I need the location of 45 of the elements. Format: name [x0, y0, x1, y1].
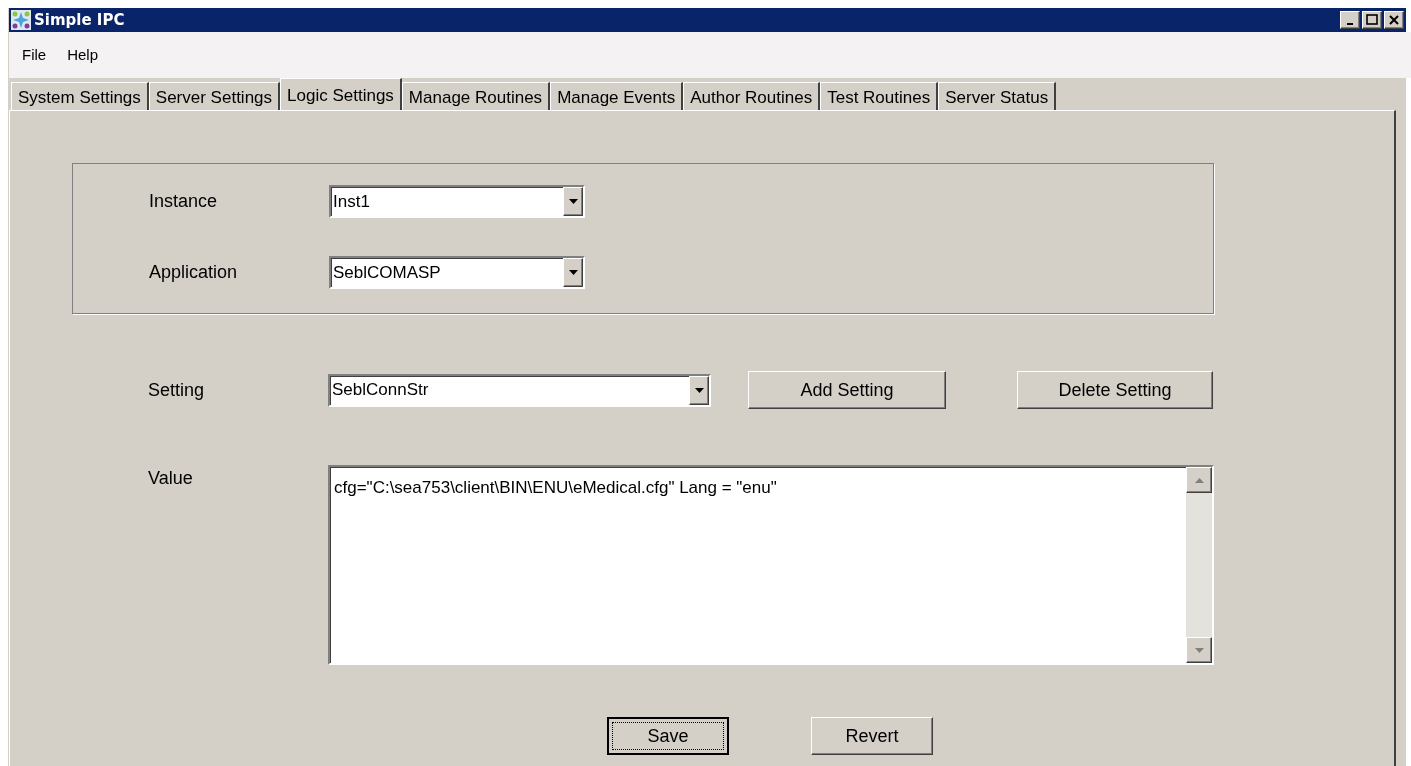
push-button[interactable]: Delete Setting: [1017, 371, 1213, 409]
dropdown[interactable]: Inst1: [329, 185, 585, 218]
dropdown[interactable]: SeblCOMASP: [329, 256, 585, 289]
tab[interactable]: System Settings: [11, 82, 149, 110]
field-label: Application: [149, 261, 239, 284]
combo-value: SeblConnStr: [331, 379, 430, 402]
field-label: Value: [148, 467, 194, 490]
dropdown-button[interactable]: [689, 375, 709, 405]
text-value: cfg="C:\sea753\client\BIN\ENU\eMedical.cfg" Lang = "enu": [333, 477, 778, 499]
caret-icon: [568, 270, 578, 275]
combo-value: Inst1: [332, 190, 371, 213]
tab[interactable]: Manage Routines: [401, 82, 551, 110]
combo-value: SeblCOMASP: [332, 261, 442, 284]
scroll-up-icon: [1194, 477, 1204, 483]
window-title: Simple IPC: [34, 9, 125, 31]
scroll-down-icon: [1194, 647, 1204, 653]
menu-item[interactable]: File: [22, 43, 47, 67]
scroll-bar[interactable]: [1186, 467, 1212, 663]
app-icon: [11, 10, 31, 30]
tab[interactable]: Test Routines: [820, 82, 939, 110]
minimize-icon: [1347, 23, 1353, 25]
field-label: Setting: [148, 378, 206, 402]
push-button[interactable]: Revert: [811, 717, 933, 755]
tab[interactable]: Author Routines: [683, 82, 821, 110]
caret-icon: [568, 199, 578, 204]
push-button[interactable]: Add Setting: [748, 371, 946, 409]
minimize-button[interactable]: [1340, 11, 1360, 29]
text-area[interactable]: cfg="C:\sea753\client\BIN\ENU\eMedical.cfg" Lang = "enu": [328, 465, 1214, 665]
tab[interactable]: Server Status: [938, 82, 1057, 110]
close-icon: [1387, 13, 1401, 27]
dropdown[interactable]: SeblConnStr: [328, 373, 711, 407]
scroll-up-button[interactable]: [1186, 467, 1212, 493]
caret-icon: [694, 387, 704, 393]
push-button[interactable]: Save: [607, 717, 729, 755]
menu-item[interactable]: Help: [67, 43, 99, 67]
field-label: Instance: [149, 190, 219, 213]
scroll-down-button[interactable]: [1186, 637, 1212, 663]
dropdown-button[interactable]: [563, 258, 583, 287]
tab[interactable]: Server Settings: [148, 82, 281, 110]
close-button[interactable]: [1384, 11, 1404, 29]
dropdown-button[interactable]: [563, 187, 583, 216]
tab[interactable]: Manage Events: [550, 82, 684, 110]
maximize-icon: [1365, 13, 1379, 27]
tab[interactable]: Logic Settings: [280, 78, 402, 110]
maximize-button[interactable]: [1362, 11, 1382, 29]
